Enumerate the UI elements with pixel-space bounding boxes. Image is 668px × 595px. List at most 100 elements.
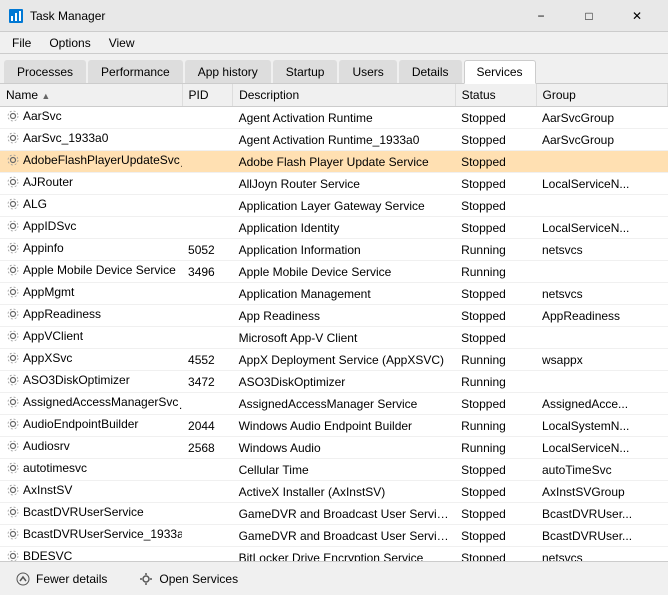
menu-view[interactable]: View <box>101 34 143 52</box>
tab-startup[interactable]: Startup <box>273 60 338 83</box>
cell-group: netsvcs <box>536 239 668 261</box>
menu-options[interactable]: Options <box>41 34 98 52</box>
cell-pid <box>182 195 233 217</box>
cell-status: Stopped <box>455 481 536 503</box>
table-row[interactable]: ASO3DiskOptimizer3472ASO3DiskOptimizerRu… <box>0 371 668 393</box>
cell-status: Stopped <box>455 459 536 481</box>
cell-name: AarSvc <box>0 107 182 129</box>
cell-desc: Apple Mobile Device Service <box>233 261 456 283</box>
table-row[interactable]: AxInstSVActiveX Installer (AxInstSV)Stop… <box>0 481 668 503</box>
cell-group <box>536 371 668 393</box>
cell-pid: 3472 <box>182 371 233 393</box>
cell-group <box>536 151 668 173</box>
table-row[interactable]: AarSvc_1933a0 Agent Activation Runtime_19… <box>0 129 668 151</box>
col-header-pid[interactable]: PID <box>182 84 233 107</box>
table-row[interactable]: AJRouterAllJoyn Router ServiceStoppedLoc… <box>0 173 668 195</box>
services-table: Name ▲ PID Description Status Group <box>0 84 668 561</box>
service-icon <box>6 109 20 123</box>
service-icon <box>6 505 20 519</box>
cell-name: AxInstSV <box>0 481 182 503</box>
cell-status: Stopped <box>455 195 536 217</box>
cell-group: LocalSystemN... <box>536 415 668 437</box>
cell-status: Stopped <box>455 217 536 239</box>
table-row[interactable]: AppVClientMicrosoft App-V ClientStopped <box>0 327 668 349</box>
cell-desc: Agent Activation Runtime_1933a0 <box>233 129 456 151</box>
cell-pid <box>182 393 233 415</box>
sort-arrow-name: ▲ <box>41 91 50 101</box>
services-icon <box>139 572 153 586</box>
tab-performance[interactable]: Performance <box>88 60 183 83</box>
cell-status: Stopped <box>455 547 536 562</box>
cell-group <box>536 195 668 217</box>
cell-pid <box>182 481 233 503</box>
table-row[interactable]: Appinfo5052Application InformationRunnin… <box>0 239 668 261</box>
cell-desc: Application Identity <box>233 217 456 239</box>
tab-details[interactable]: Details <box>399 60 462 83</box>
table-row[interactable]: AppMgmtApplication ManagementStoppednets… <box>0 283 668 305</box>
table-row[interactable]: BcastDVRUserService_1933a0GameDVR and Br… <box>0 525 668 547</box>
window-controls: − □ ✕ <box>518 5 660 27</box>
tab-bar: Processes Performance App history Startu… <box>0 54 668 84</box>
cell-desc: AllJoyn Router Service <box>233 173 456 195</box>
cell-desc: GameDVR and Broadcast User Service <box>233 503 456 525</box>
cell-pid: 5052 <box>182 239 233 261</box>
cell-group: LocalServiceN... <box>536 173 668 195</box>
service-icon <box>6 175 20 189</box>
chevron-up-icon <box>16 572 30 586</box>
window-title: Task Manager <box>30 9 105 23</box>
table-row[interactable]: ALGApplication Layer Gateway ServiceStop… <box>0 195 668 217</box>
table-row[interactable]: Apple Mobile Device Service3496Apple Mob… <box>0 261 668 283</box>
table-row[interactable]: AppXSvc4552AppX Deployment Service (AppX… <box>0 349 668 371</box>
fewer-details-button[interactable]: Fewer details <box>8 568 115 590</box>
cell-group: AssignedAcce... <box>536 393 668 415</box>
table-row[interactable]: AdobeFlashPlayerUpdateSvcAdobe Flash Pla… <box>0 151 668 173</box>
cell-name: BcastDVRUserService <box>0 503 182 525</box>
table-row[interactable]: AppReadinessApp ReadinessStoppedAppReadi… <box>0 305 668 327</box>
minimize-button[interactable]: − <box>518 5 564 27</box>
cell-desc: Windows Audio <box>233 437 456 459</box>
table-row[interactable]: BDESVCBitLocker Drive Encryption Service… <box>0 547 668 562</box>
service-icon <box>6 373 20 387</box>
table-row[interactable]: AarSvcAgent Activation RuntimeStoppedAar… <box>0 107 668 129</box>
cell-group: netsvcs <box>536 283 668 305</box>
col-header-name[interactable]: Name ▲ <box>0 84 182 107</box>
cell-status: Stopped <box>455 525 536 547</box>
table-row[interactable]: AppIDSvcApplication IdentityStoppedLocal… <box>0 217 668 239</box>
service-icon <box>6 153 20 167</box>
cell-status: Running <box>455 437 536 459</box>
cell-name: AssignedAccessManagerSvc <box>0 393 182 415</box>
cell-desc: BitLocker Drive Encryption Service <box>233 547 456 562</box>
col-header-group[interactable]: Group <box>536 84 668 107</box>
cell-desc: AppX Deployment Service (AppXSVC) <box>233 349 456 371</box>
cell-pid: 3496 <box>182 261 233 283</box>
cell-status: Stopped <box>455 283 536 305</box>
cell-pid <box>182 305 233 327</box>
open-services-button[interactable]: Open Services <box>131 568 246 590</box>
cell-pid <box>182 547 233 562</box>
tab-app-history[interactable]: App history <box>185 60 271 83</box>
service-icon <box>6 307 20 321</box>
cell-name: ASO3DiskOptimizer <box>0 371 182 393</box>
tab-services[interactable]: Services <box>464 60 536 84</box>
menu-file[interactable]: File <box>4 34 39 52</box>
service-icon <box>6 329 20 343</box>
cell-name: AarSvc_1933a0 <box>0 129 182 151</box>
table-row[interactable]: autotimesvcCellular TimeStoppedautoTimeS… <box>0 459 668 481</box>
cell-desc: AssignedAccessManager Service <box>233 393 456 415</box>
cell-status: Running <box>455 239 536 261</box>
cell-name: AppIDSvc <box>0 217 182 239</box>
cell-group: BcastDVRUser... <box>536 525 668 547</box>
tab-users[interactable]: Users <box>339 60 396 83</box>
close-button[interactable]: ✕ <box>614 5 660 27</box>
tab-processes[interactable]: Processes <box>4 60 86 83</box>
table-row[interactable]: Audiosrv2568Windows AudioRunningLocalSer… <box>0 437 668 459</box>
table-row[interactable]: AudioEndpointBuilder2044Windows Audio En… <box>0 415 668 437</box>
maximize-button[interactable]: □ <box>566 5 612 27</box>
col-header-desc[interactable]: Description <box>233 84 456 107</box>
cell-group: autoTimeSvc <box>536 459 668 481</box>
title-bar: Task Manager − □ ✕ <box>0 0 668 32</box>
table-row[interactable]: AssignedAccessManagerSvc AssignedAccessMa… <box>0 393 668 415</box>
col-header-status[interactable]: Status <box>455 84 536 107</box>
table-row[interactable]: BcastDVRUserService GameDVR and Broadcast… <box>0 503 668 525</box>
services-table-container[interactable]: Name ▲ PID Description Status Group <box>0 84 668 561</box>
